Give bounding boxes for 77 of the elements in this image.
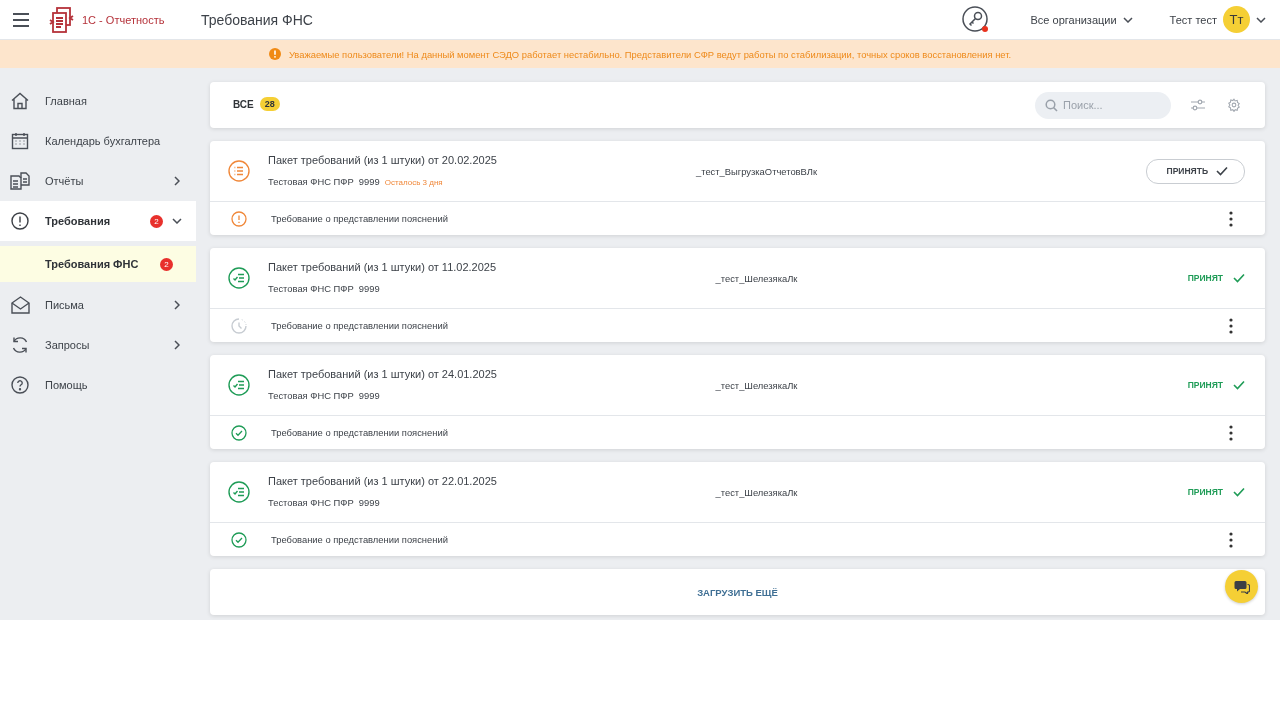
package-title[interactable]: Пакет требований (из 1 штуки) от 11.02.2025: [268, 260, 587, 273]
clock-icon: [231, 317, 247, 334]
key-icon[interactable]: [960, 4, 991, 35]
check-icon: [1233, 273, 1245, 283]
requirement-title[interactable]: Требование о представлении пояснений: [271, 534, 1227, 545]
envelope-icon: [10, 296, 30, 314]
sidebar-item[interactable]: Календарь бухгалтера: [0, 121, 196, 161]
more-options-icon[interactable]: [1229, 317, 1233, 334]
filter-sliders-icon[interactable]: [1191, 99, 1205, 111]
more-options-icon[interactable]: [1229, 210, 1233, 227]
search-icon: [1045, 98, 1058, 112]
sidebar-item[interactable]: Требования ФНС 2: [0, 246, 196, 282]
organization-name: Тестовая ФНС ПФР 9999: [268, 282, 380, 294]
organization-name: Тестовая ФНС ПФР 9999: [268, 389, 380, 401]
package-title[interactable]: Пакет требований (из 1 штуки) от 20.02.2025: [268, 153, 587, 166]
chevron-right-icon[interactable]: [172, 176, 182, 186]
author-name: _тест_ШелезякаЛк: [714, 379, 799, 391]
chat-icon: [1233, 579, 1250, 594]
documents-icon: [10, 172, 30, 190]
help-icon: [11, 376, 29, 394]
checklist-circle-icon: [228, 374, 250, 396]
sidebar-item[interactable]: Отчёты: [0, 161, 196, 201]
warning-icon: [268, 48, 281, 60]
requirement-title[interactable]: Требование о представлении пояснений: [271, 427, 1227, 438]
list-circle-icon: [228, 160, 250, 182]
count-badge: 2: [150, 214, 163, 228]
deadline-text: Осталось 3 дня: [384, 177, 443, 187]
chevron-right-icon[interactable]: [172, 300, 182, 310]
count-badge: 2: [160, 257, 173, 271]
check-icon: [1216, 166, 1228, 176]
user-avatar: Тт: [1223, 6, 1250, 33]
status-label: ПРИНЯТ: [1187, 380, 1223, 390]
sidebar-item[interactable]: Требования 2: [0, 201, 196, 241]
documents-logo-icon: [48, 5, 76, 34]
package-title[interactable]: Пакет требований (из 1 штуки) от 22.01.2025: [268, 474, 587, 487]
sidebar-item[interactable]: Письма: [0, 285, 196, 325]
check-circle-icon: [231, 424, 247, 441]
status-label: ПРИНЯТ: [1187, 273, 1223, 283]
calendar-icon: [11, 132, 29, 150]
status-label: ПРИНЯТ: [1187, 487, 1223, 497]
check-icon: [1233, 487, 1245, 497]
chevron-down-icon[interactable]: [172, 218, 182, 224]
load-more-button[interactable]: ЗАГРУЗИТЬ ЕЩЁ: [210, 569, 1265, 615]
more-options-icon[interactable]: [1229, 531, 1233, 548]
filter-tab[interactable]: ВСЕ 28: [233, 93, 280, 117]
chevron-right-icon[interactable]: [172, 340, 182, 350]
sidebar-item[interactable]: Запросы: [0, 325, 196, 365]
search-field[interactable]: Поиск...: [1035, 91, 1171, 119]
home-icon: [11, 92, 29, 110]
menu-button[interactable]: [12, 12, 30, 27]
chevron-down-icon[interactable]: [1122, 16, 1133, 23]
sidebar-item[interactable]: Главная: [0, 81, 196, 121]
more-options-icon[interactable]: [1229, 424, 1233, 441]
sidebar-item[interactable]: Помощь: [0, 365, 196, 405]
organization-name: Тестовая ФНС ПФР 9999: [268, 496, 380, 508]
check-circle-icon: [231, 531, 247, 548]
organization-name: Тестовая ФНС ПФР 9999: [268, 175, 380, 187]
app-logo-text: 1С - Отчетность: [82, 13, 165, 26]
author-name: _тест_ВыгрузкаОтчетовВЛк: [695, 165, 818, 177]
refresh-icon: [11, 336, 29, 354]
accept-button[interactable]: ПРИНЯТЬ: [1145, 158, 1245, 184]
page-title: Требования ФНС: [201, 11, 314, 28]
exclamation-circle-icon: [231, 210, 247, 227]
exclamation-circle-icon: [11, 212, 29, 230]
checklist-circle-icon: [228, 267, 250, 289]
notice-text: Уважаемые пользователи! На данный момент СЭДО работает нестабильно. Представители СФР ведут работы по стабилизации, точных сроков восстановления нет.: [288, 48, 1012, 60]
package-title[interactable]: Пакет требований (из 1 штуки) от 24.01.2025: [268, 367, 587, 380]
requirement-title[interactable]: Требование о представлении пояснений: [271, 320, 1227, 331]
chevron-down-icon[interactable]: [1256, 16, 1266, 23]
requirement-title[interactable]: Требование о представлении пояснений: [271, 213, 1227, 224]
checklist-circle-icon: [228, 481, 250, 503]
user-menu[interactable]: Тест тест Тт: [1169, 6, 1266, 33]
organization-dropdown[interactable]: Все организации: [1030, 13, 1133, 26]
author-name: _тест_ШелезякаЛк: [714, 486, 799, 498]
count-badge: 28: [259, 97, 280, 111]
author-name: _тест_ШелезякаЛк: [714, 272, 799, 284]
check-icon: [1233, 380, 1245, 390]
